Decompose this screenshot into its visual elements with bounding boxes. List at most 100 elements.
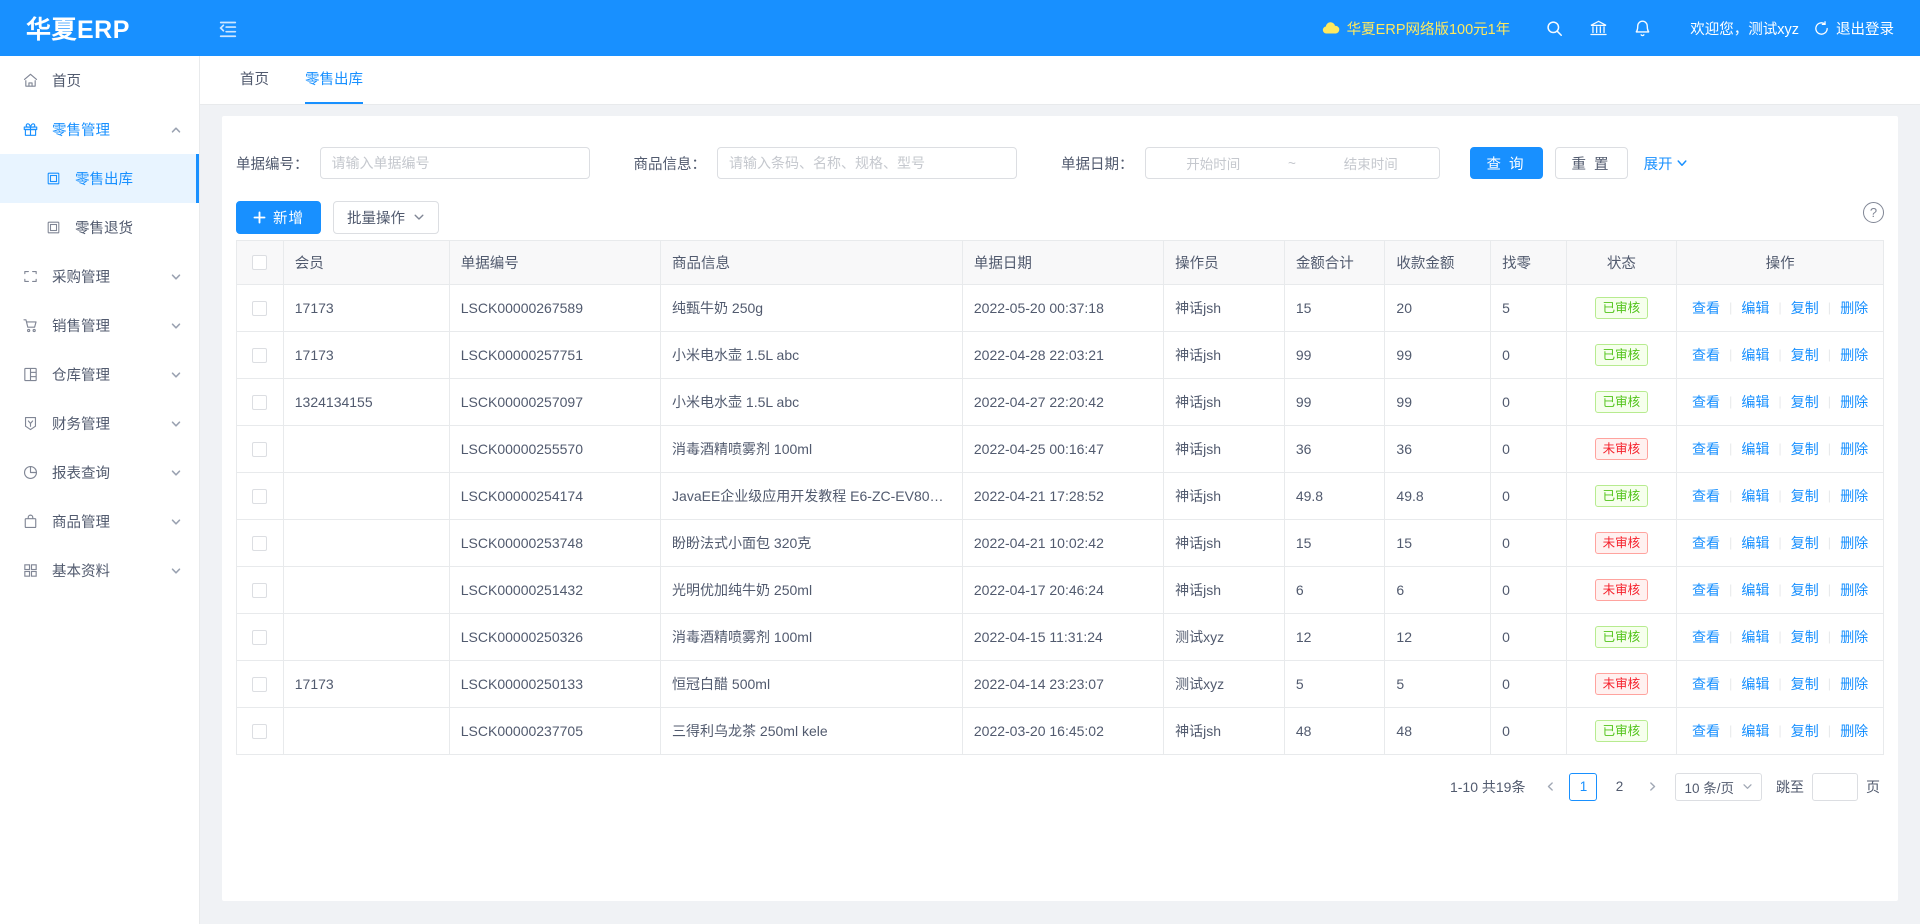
sidebar-item-retail-outbound[interactable]: 零售出库 <box>0 154 199 203</box>
bill-no-input[interactable] <box>319 147 590 179</box>
row-action-copy[interactable]: 复制 <box>1782 392 1828 412</box>
sidebar-item-retail-return[interactable]: 零售退货 <box>0 203 199 252</box>
sidebar-item-home[interactable]: 首页 <box>0 56 199 105</box>
table-row[interactable]: LSCK00000255570 消毒酒精喷雾剂 100ml 2022-04-25 0… <box>237 425 1883 473</box>
sidebar-item-warehouse-management[interactable]: 仓库管理 <box>0 350 199 399</box>
row-action-delete[interactable]: 删除 <box>1831 627 1877 647</box>
logout-button[interactable]: 退出登录 <box>1813 18 1894 39</box>
jump-page-input[interactable] <box>1812 772 1858 801</box>
row-action-edit[interactable]: 编辑 <box>1732 439 1778 459</box>
question-circle-icon[interactable]: ? <box>1863 202 1884 223</box>
chevron-right-icon[interactable] <box>1641 773 1663 801</box>
table-row[interactable]: 1324134155 LSCK00000257097 小米电水壶 1.5L abc 2… <box>237 378 1883 426</box>
batch-operation-button[interactable]: 批量操作 <box>333 200 439 234</box>
select-all-checkbox[interactable] <box>252 254 268 270</box>
row-action-edit[interactable]: 编辑 <box>1732 298 1778 318</box>
bank-icon[interactable] <box>1576 0 1620 56</box>
row-action-copy[interactable]: 复制 <box>1782 439 1828 459</box>
chevron-left-icon[interactable] <box>1539 773 1561 801</box>
reset-button[interactable]: 重 置 <box>1554 147 1628 179</box>
row-action-view[interactable]: 查看 <box>1683 486 1729 506</box>
row-checkbox[interactable] <box>252 582 268 598</box>
row-action-delete[interactable]: 删除 <box>1831 298 1877 318</box>
row-action-view[interactable]: 查看 <box>1683 721 1729 741</box>
sidebar-item-purchase-management[interactable]: 采购管理 <box>0 252 199 301</box>
table-row[interactable]: LSCK00000237705 三得利乌龙茶 250ml kele 2022-03-… <box>237 707 1883 755</box>
row-action-view[interactable]: 查看 <box>1683 533 1729 553</box>
row-checkbox[interactable] <box>252 723 268 739</box>
app-logo[interactable]: 华夏ERP <box>0 0 200 56</box>
table-row[interactable]: 17173 LSCK00000257751 小米电水壶 1.5L abc 2022-0… <box>237 331 1883 379</box>
sidebar-item-finance-management[interactable]: 财务管理 <box>0 399 199 448</box>
row-action-delete[interactable]: 删除 <box>1831 486 1877 506</box>
row-action-delete[interactable]: 删除 <box>1831 392 1877 412</box>
row-action-view[interactable]: 查看 <box>1683 392 1729 412</box>
sidebar-item-report-query[interactable]: 报表查询 <box>0 448 199 497</box>
page-number-2[interactable]: 2 <box>1605 773 1633 801</box>
row-action-edit[interactable]: 编辑 <box>1732 674 1778 694</box>
row-action-delete[interactable]: 删除 <box>1831 674 1877 694</box>
row-action-edit[interactable]: 编辑 <box>1732 392 1778 412</box>
row-checkbox[interactable] <box>252 300 268 316</box>
row-action-view[interactable]: 查看 <box>1683 439 1729 459</box>
row-action-copy[interactable]: 复制 <box>1782 345 1828 365</box>
menu-fold-icon[interactable] <box>200 0 256 56</box>
row-action-copy[interactable]: 复制 <box>1782 674 1828 694</box>
sidebar-nav[interactable]: 首页 零售管理 零售出库 零售退货 采购管理 销售管理 仓库管理 财务管理 报表… <box>0 56 200 924</box>
row-action-view[interactable]: 查看 <box>1683 627 1729 647</box>
row-action-copy[interactable]: 复制 <box>1782 627 1828 647</box>
row-checkbox[interactable] <box>252 676 268 692</box>
sidebar-item-sales-management[interactable]: 销售管理 <box>0 301 199 350</box>
row-action-delete[interactable]: 删除 <box>1831 580 1877 600</box>
page-size-select[interactable]: 10 条/页 <box>1675 772 1762 801</box>
row-action-delete[interactable]: 删除 <box>1831 345 1877 365</box>
search-button[interactable]: 查 询 <box>1469 147 1543 179</box>
sidebar-item-product-management[interactable]: 商品管理 <box>0 497 199 546</box>
add-button[interactable]: 新增 <box>236 200 321 234</box>
expand-filters-link[interactable]: 展开 <box>1644 153 1688 174</box>
row-action-copy[interactable]: 复制 <box>1782 580 1828 600</box>
row-action-edit[interactable]: 编辑 <box>1732 721 1778 741</box>
sidebar-item-basic-data[interactable]: 基本资料 <box>0 546 199 595</box>
row-action-delete[interactable]: 删除 <box>1831 533 1877 553</box>
bell-icon[interactable] <box>1620 0 1664 56</box>
row-action-edit[interactable]: 编辑 <box>1732 345 1778 365</box>
row-checkbox[interactable] <box>252 394 268 410</box>
date-end-input[interactable]: 结束时间 <box>1303 153 1439 173</box>
goods-info-input[interactable] <box>717 147 1017 179</box>
row-checkbox[interactable] <box>252 535 268 551</box>
table-row[interactable]: LSCK00000250326 消毒酒精喷雾剂 100ml 2022-04-15 1… <box>237 613 1883 661</box>
table-row[interactable]: LSCK00000251432 光明优加纯牛奶 250ml 2022-04-17 2… <box>237 566 1883 614</box>
row-checkbox[interactable] <box>252 441 268 457</box>
tab-retail-outbound[interactable]: 零售出库 <box>287 56 381 104</box>
row-checkbox[interactable] <box>252 488 268 504</box>
row-action-delete[interactable]: 删除 <box>1831 721 1877 741</box>
row-action-copy[interactable]: 复制 <box>1782 533 1828 553</box>
row-action-view[interactable]: 查看 <box>1683 345 1729 365</box>
row-checkbox[interactable] <box>252 347 268 363</box>
row-action-edit[interactable]: 编辑 <box>1732 486 1778 506</box>
date-start-input[interactable]: 开始时间 <box>1146 153 1282 173</box>
row-checkbox-cell <box>237 284 284 332</box>
search-icon[interactable] <box>1532 0 1576 56</box>
table-row[interactable]: LSCK00000254174 JavaEE企业级应用开发教程 E6-ZC-EV8… <box>237 472 1883 520</box>
row-action-view[interactable]: 查看 <box>1683 580 1729 600</box>
row-action-edit[interactable]: 编辑 <box>1732 580 1778 600</box>
promo-banner[interactable]: 华夏ERP网络版100元1年 <box>1321 18 1510 39</box>
row-action-view[interactable]: 查看 <box>1683 674 1729 694</box>
table-row[interactable]: 17173 LSCK00000267589 纯甄牛奶 250g 2022-05-20 … <box>237 284 1883 332</box>
table-row[interactable]: LSCK00000253748 盼盼法式小面包 320克 2022-04-21 10… <box>237 519 1883 567</box>
row-action-view[interactable]: 查看 <box>1683 298 1729 318</box>
row-action-edit[interactable]: 编辑 <box>1732 627 1778 647</box>
row-action-copy[interactable]: 复制 <box>1782 298 1828 318</box>
row-action-copy[interactable]: 复制 <box>1782 721 1828 741</box>
tab-home[interactable]: 首页 <box>222 56 287 104</box>
row-action-delete[interactable]: 删除 <box>1831 439 1877 459</box>
row-action-copy[interactable]: 复制 <box>1782 486 1828 506</box>
table-row[interactable]: 17173 LSCK00000250133 恒冠白醋 500ml 2022-04-14… <box>237 660 1883 708</box>
sidebar-item-retail-management[interactable]: 零售管理 <box>0 105 199 154</box>
row-checkbox[interactable] <box>252 629 268 645</box>
row-action-edit[interactable]: 编辑 <box>1732 533 1778 553</box>
page-number-1[interactable]: 1 <box>1569 772 1598 801</box>
bill-date-range[interactable]: 开始时间 ~ 结束时间 <box>1144 147 1440 179</box>
